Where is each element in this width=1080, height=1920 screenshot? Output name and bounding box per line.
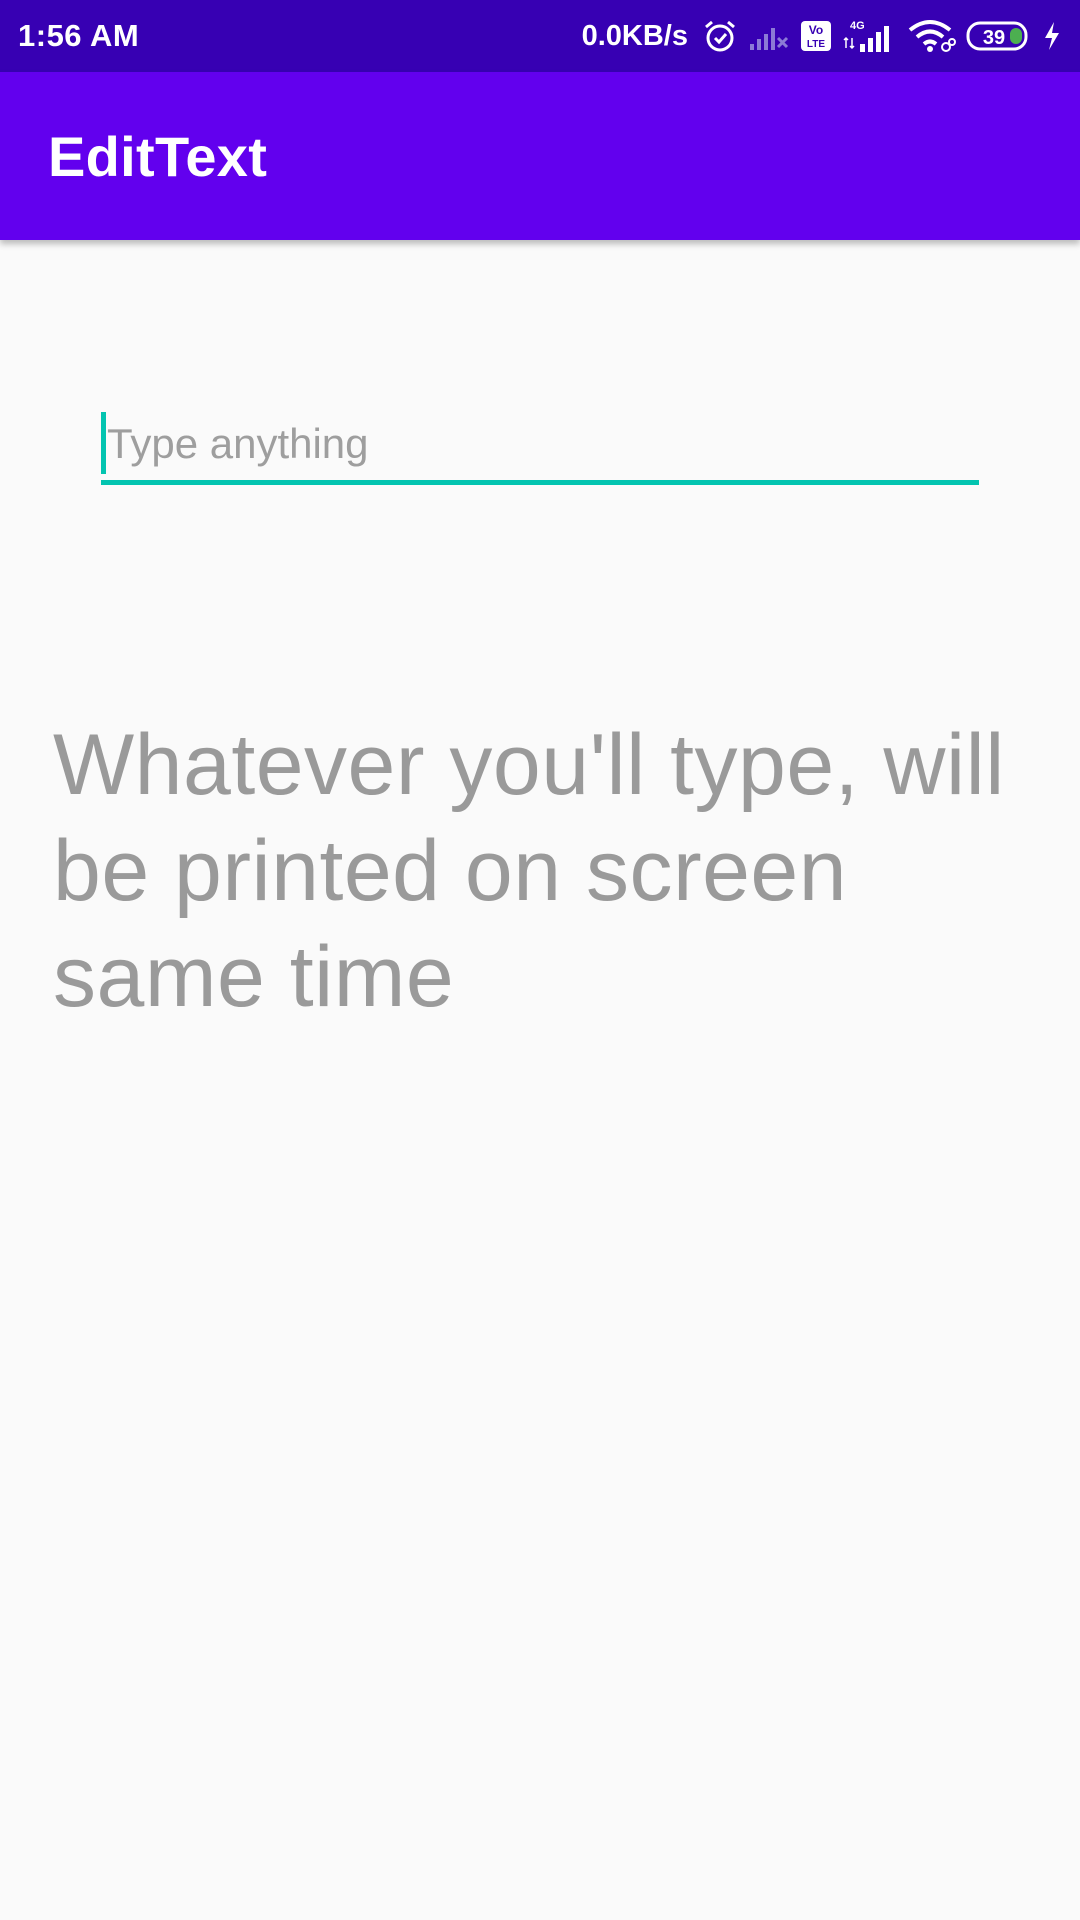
screen: 1:56 AM 0.0KB/s Vo LTE 4G 39 EditText Ty… [0,0,1080,1920]
output-text: Whatever you'll type, will be printed on… [53,717,1005,1025]
status-time: 1:56 AM [18,18,140,53]
wifi-icon [908,18,956,54]
network-speed: 0.0KB/s [581,19,688,52]
input-underline [101,480,979,485]
edit-text-container[interactable] [101,408,979,486]
battery-icon: 39 [966,20,1032,52]
alarm-icon [702,18,738,54]
app-title: EditText [48,124,268,188]
app-bar: EditText [0,72,1080,240]
battery-level-text: 39 [983,27,1005,49]
charging-icon [1042,20,1062,52]
status-bar: 1:56 AM 0.0KB/s Vo LTE 4G 39 [0,0,1080,72]
signal-no-sim-icon [748,20,790,52]
network-type-text: 4G [850,20,865,32]
volte-icon: Vo LTE [800,20,832,52]
text-cursor [101,412,106,474]
volte-top-text: Vo [809,23,823,37]
signal-4g-icon: 4G [842,18,898,54]
volte-bottom-text: LTE [807,39,825,50]
status-icons: 0.0KB/s Vo LTE 4G 39 [582,18,1062,54]
type-anything-input[interactable] [101,408,979,480]
